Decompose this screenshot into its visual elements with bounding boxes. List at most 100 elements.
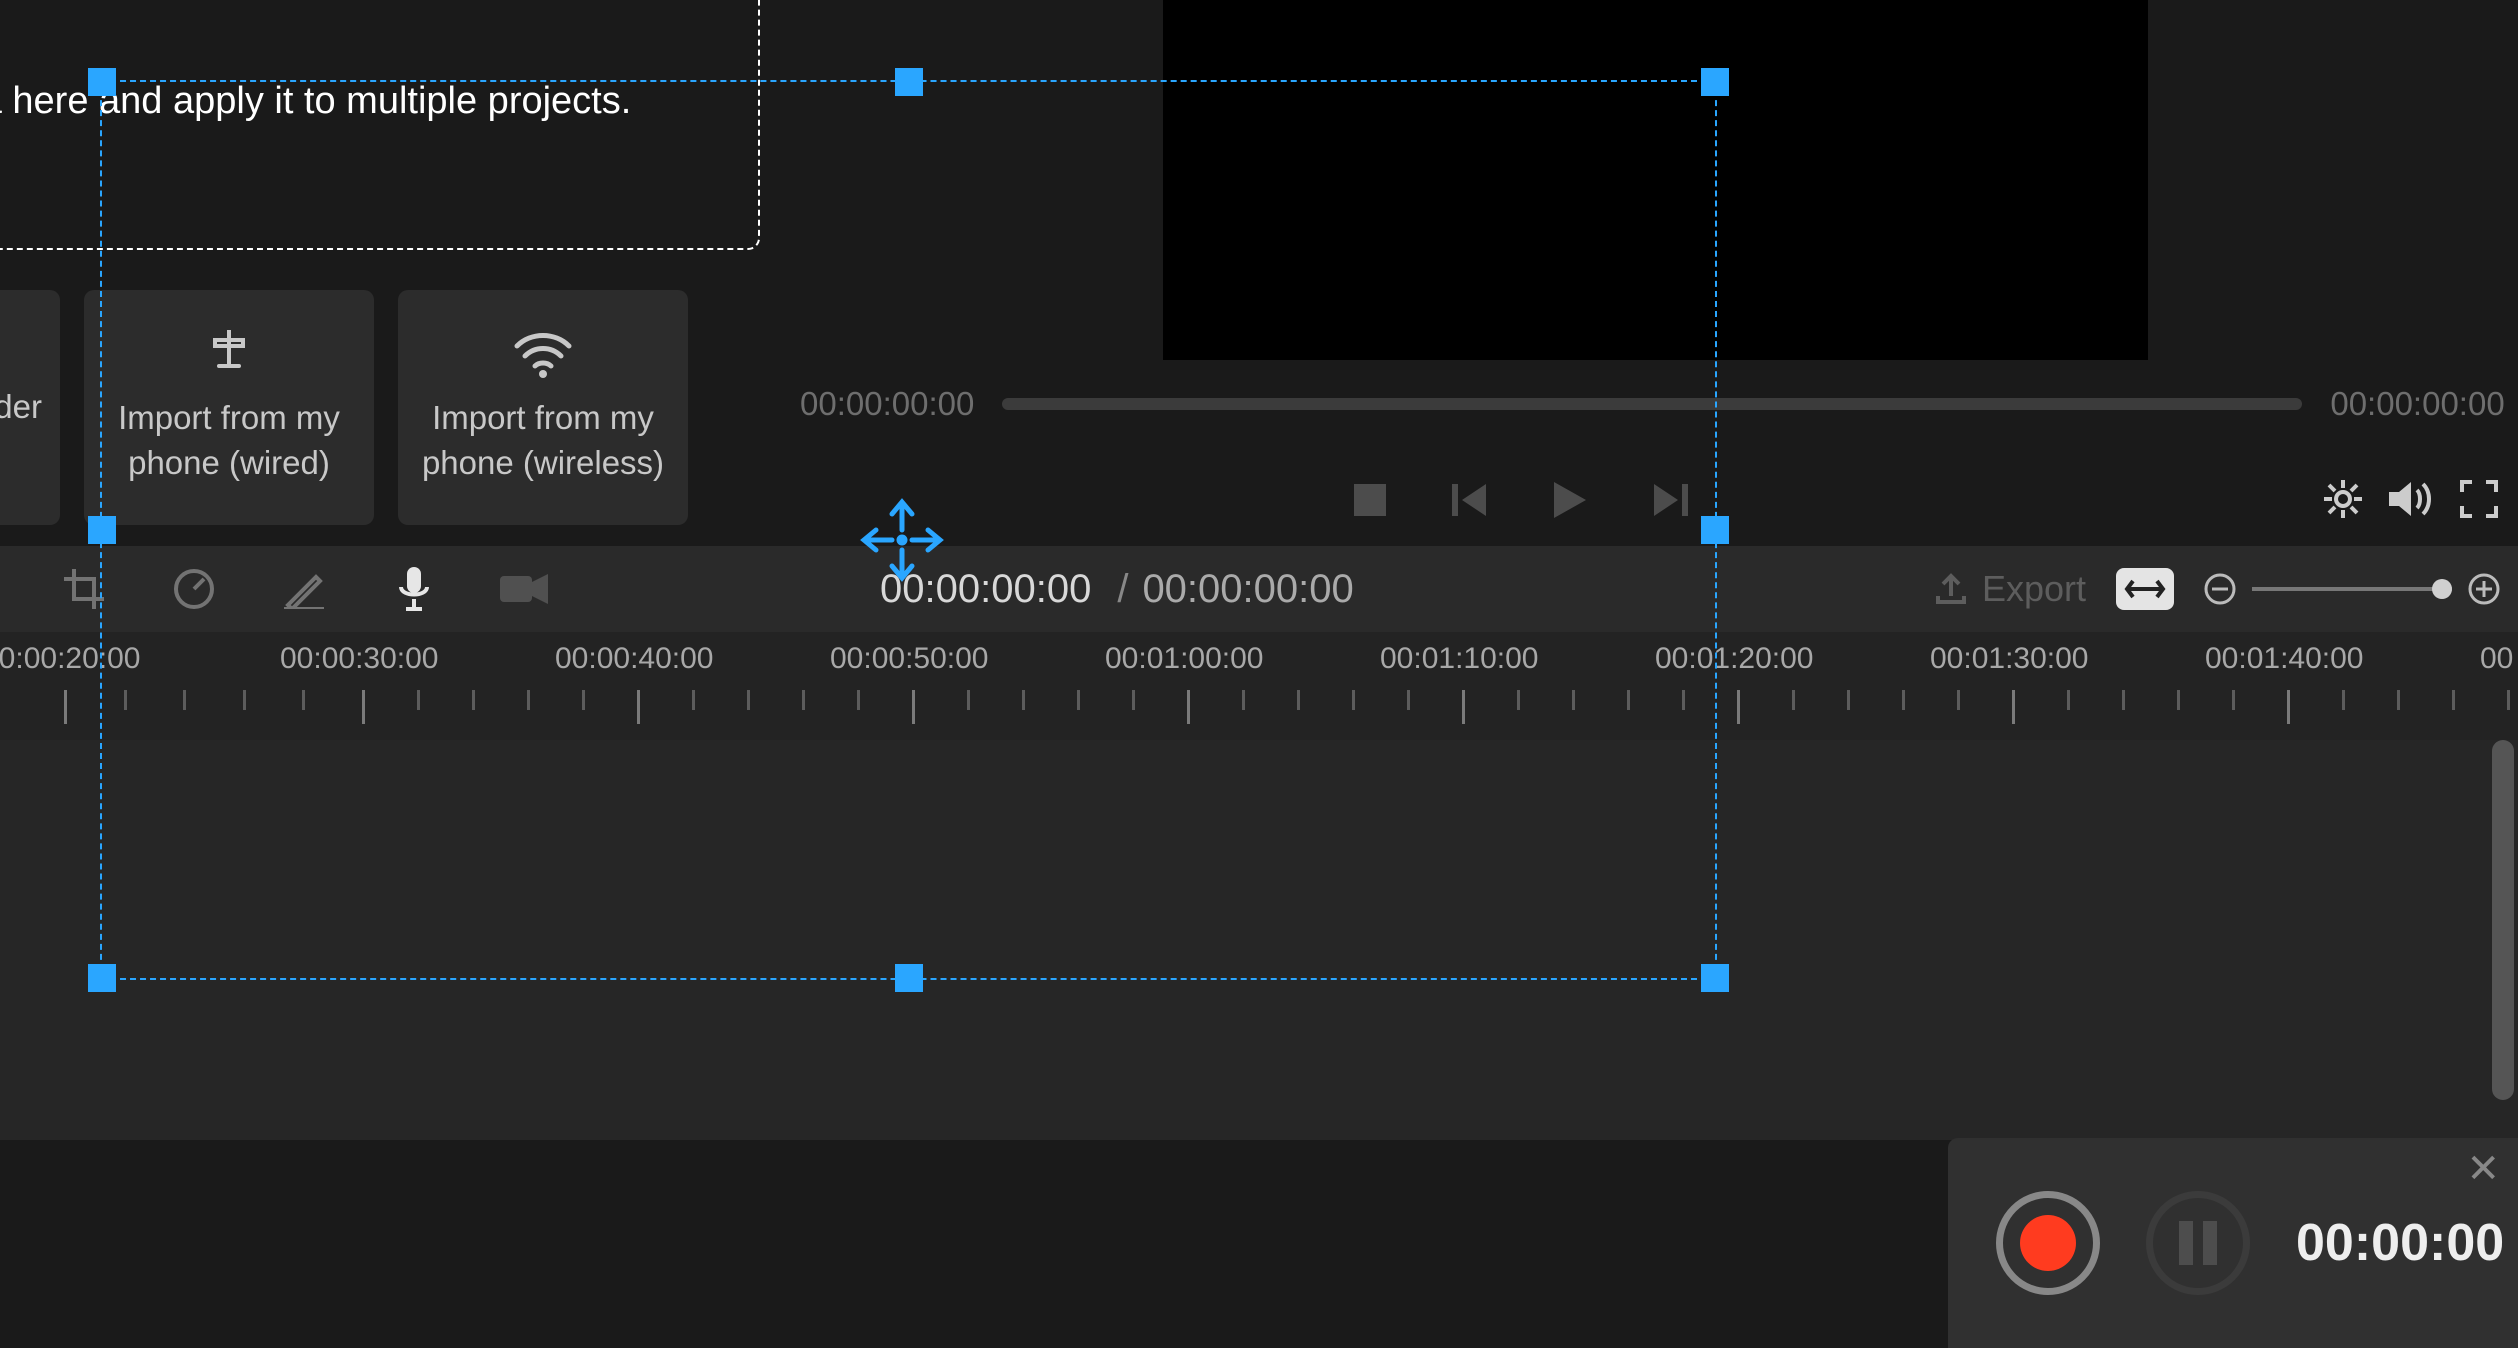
timecode-separator: / (1117, 567, 1128, 612)
ruler-tick-minor (2397, 690, 2400, 710)
ruler-tick-minor (1517, 690, 1520, 710)
ruler-tick-minor (582, 690, 585, 710)
ruler-tick-minor (2067, 690, 2070, 710)
ruler-tick-minor (1297, 690, 1300, 710)
preview-panel[interactable] (1163, 0, 2148, 360)
recording-time: 00:00:00 (2296, 1213, 2504, 1273)
crop-tool-button[interactable] (60, 565, 108, 613)
ruler-label: 00:00:40:00 (555, 642, 713, 676)
ruler-label: 00 (2480, 642, 2513, 676)
wifi-icon (511, 330, 575, 378)
ruler-tick-minor (527, 690, 530, 710)
timeline-scrollbar[interactable] (2492, 740, 2514, 1100)
import-phone-wireless-button[interactable]: Import from my phone (wireless) (398, 290, 688, 525)
ruler-label: 00:01:30:00 (1930, 642, 2088, 676)
ruler-label: 00:01:40:00 (2205, 642, 2363, 676)
ruler-label: 00:00:50:00 (830, 642, 988, 676)
volume-icon (2389, 480, 2433, 518)
resize-handle-tm[interactable] (895, 68, 923, 96)
import-phone-wireless-label: Import from my phone (wireless) (422, 396, 664, 485)
export-button[interactable]: Export (1934, 568, 2086, 610)
ruler-tick-minor (2342, 690, 2345, 710)
timeline-ruler[interactable]: 00:00:20:0000:00:30:0000:00:40:0000:00:5… (0, 632, 2518, 740)
export-label: Export (1982, 568, 2086, 610)
ruler-tick-minor (2232, 690, 2235, 710)
import-phone-wired-label: Import from my phone (wired) (118, 396, 340, 485)
progress-time-left: 00:00:00:00 (800, 385, 974, 423)
ruler-label: 00:01:20:00 (1655, 642, 1813, 676)
speed-tool-button[interactable] (170, 565, 218, 613)
ruler-tick-minor (302, 690, 305, 710)
zoom-out-button[interactable] (2204, 573, 2236, 605)
fit-timeline-button[interactable] (2116, 568, 2174, 610)
ruler-tick-minor (747, 690, 750, 710)
ruler-tick-minor (1957, 690, 1960, 710)
import-phone-wired-button[interactable]: Import from my phone (wired) (84, 290, 374, 525)
media-drop-zone[interactable] (0, 0, 760, 250)
ruler-tick-minor (967, 690, 970, 710)
microphone-icon (399, 567, 429, 611)
import-row: der Import from my phone (wired) Import … (0, 290, 688, 525)
next-frame-button[interactable] (1650, 480, 1690, 520)
ruler-tick-minor (1132, 690, 1135, 710)
ruler-tick-minor (1077, 690, 1080, 710)
ruler-tick-major (64, 690, 67, 724)
record-button[interactable] (1996, 1191, 2100, 1295)
recording-panel: ✕ 00:00:00 (1948, 1138, 2518, 1348)
gear-icon (2324, 480, 2362, 518)
ruler-tick-major (2287, 690, 2290, 724)
ruler-tick-minor (124, 690, 127, 710)
ruler-tick-major (1462, 690, 1465, 724)
fullscreen-icon (2460, 480, 2498, 518)
crop-icon (64, 569, 104, 609)
phone-wired-icon (201, 330, 257, 378)
ruler-label: 00:00:30:00 (280, 642, 438, 676)
timecode-total: 00:00:00:00 (1142, 567, 1353, 612)
ruler-tick-minor (1242, 690, 1245, 710)
ruler-label: 00:01:00:00 (1105, 642, 1263, 676)
previous-frame-button[interactable] (1450, 480, 1490, 520)
volume-button[interactable] (2392, 480, 2430, 518)
fullscreen-button[interactable] (2460, 480, 2498, 518)
zoom-in-button[interactable] (2468, 573, 2500, 605)
ruler-tick-minor (1407, 690, 1410, 710)
ruler-tick-minor (1792, 690, 1795, 710)
timeline-toolbar: 00:00:00:00 / 00:00:00:00 Export (0, 546, 2518, 632)
ruler-tick-major (1737, 690, 1740, 724)
ruler-tick-minor (692, 690, 695, 710)
play-button[interactable] (1550, 480, 1590, 520)
ruler-tick-minor (1902, 690, 1905, 710)
ruler-tick-minor (1682, 690, 1685, 710)
resize-handle-mr[interactable] (1701, 516, 1729, 544)
ruler-tick-minor (417, 690, 420, 710)
record-camera-button[interactable] (500, 565, 548, 613)
voiceover-button[interactable] (390, 565, 438, 613)
timeline-tracks[interactable] (0, 740, 2518, 1140)
color-tool-button[interactable] (280, 565, 328, 613)
progress-bar[interactable] (1002, 398, 2302, 410)
import-folder-button[interactable]: der (0, 290, 60, 525)
ruler-tick-minor (2452, 690, 2455, 710)
timecode-current: 00:00:00:00 (880, 567, 1091, 612)
progress-row: 00:00:00:00 00:00:00:00 (800, 385, 2505, 423)
toolbar-left (60, 565, 548, 613)
ruler-tick-minor (2122, 690, 2125, 710)
zoom-track[interactable] (2252, 587, 2452, 591)
ruler-tick-minor (243, 690, 246, 710)
pause-recording-button[interactable] (2146, 1191, 2250, 1295)
stop-button[interactable] (1350, 480, 1390, 520)
media-drop-hint: edia here and apply it to multiple proje… (0, 80, 631, 123)
progress-time-right: 00:00:00:00 (2330, 385, 2504, 423)
ruler-tick-minor (857, 690, 860, 710)
timecode-display: 00:00:00:00 / 00:00:00:00 (880, 546, 1354, 632)
toolbar-right: Export (1934, 546, 2500, 632)
settings-button[interactable] (2324, 480, 2362, 518)
pause-icon (2179, 1221, 2217, 1265)
zoom-thumb[interactable] (2432, 579, 2452, 599)
close-recording-button[interactable]: ✕ (2466, 1146, 2500, 1192)
ruler-tick-minor (802, 690, 805, 710)
speedometer-icon (172, 567, 216, 611)
preview-utils (2324, 480, 2498, 518)
ruler-tick-minor (1352, 690, 1355, 710)
ruler-tick-minor (2177, 690, 2180, 710)
